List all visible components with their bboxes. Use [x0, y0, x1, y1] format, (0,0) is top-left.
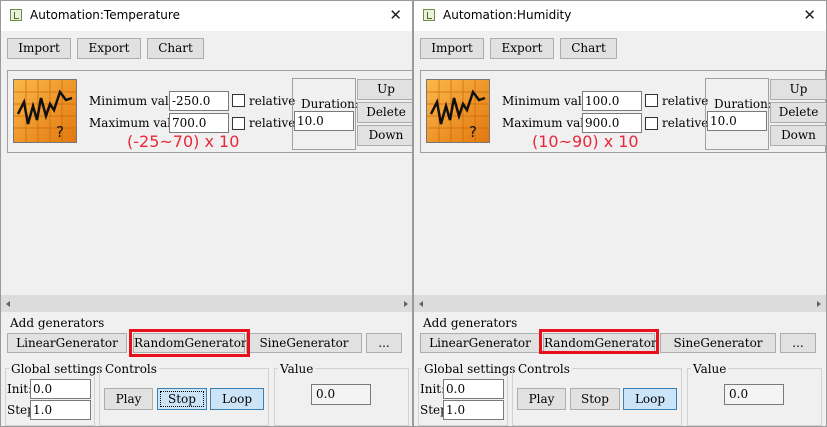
- sine-generator-button[interactable]: SineGenerator: [246, 333, 362, 353]
- stop-button[interactable]: Stop: [570, 388, 620, 410]
- random-generator-highlight: [539, 329, 659, 354]
- scroll-right-icon[interactable]: [404, 301, 408, 307]
- maximum-relative-label: relative: [249, 116, 296, 130]
- loop-button[interactable]: Loop: [623, 388, 677, 410]
- more-generators-button[interactable]: ...: [366, 333, 402, 353]
- automation-humidity-window: Automation:Humidity ✕ Import Export Char…: [413, 0, 827, 427]
- minimum-value-input[interactable]: -250.0: [169, 91, 229, 111]
- add-generators-label: Add generators: [423, 316, 518, 330]
- svg-text:?: ?: [56, 123, 64, 141]
- linear-generator-button[interactable]: LinearGenerator: [7, 333, 127, 353]
- maximum-relative-checkbox[interactable]: [232, 117, 245, 130]
- range-annotation: (-25~70) x 10: [127, 132, 240, 151]
- export-button[interactable]: Export: [490, 38, 554, 59]
- duration-input[interactable]: 10.0: [707, 111, 767, 131]
- app-icon: [423, 9, 435, 21]
- linear-generator-button[interactable]: LinearGenerator: [420, 333, 540, 353]
- value-title: Value: [278, 362, 316, 376]
- duration-box: Duration: 10.0: [292, 78, 359, 150]
- controls-title: Controls: [103, 362, 159, 376]
- scroll-left-icon[interactable]: [419, 301, 423, 307]
- init-label: Init:: [420, 382, 446, 396]
- stop-button[interactable]: Stop: [157, 388, 207, 410]
- global-settings-title: Global settings: [422, 362, 518, 376]
- title-bar[interactable]: Automation:Temperature ✕: [1, 1, 412, 31]
- delete-button[interactable]: Delete: [770, 102, 826, 123]
- duration-label: Duration:: [301, 97, 359, 111]
- window-title: Automation:Humidity: [443, 8, 572, 22]
- scroll-left-icon[interactable]: [6, 301, 10, 307]
- up-button[interactable]: Up: [357, 79, 412, 100]
- value-display: 0.0: [724, 384, 784, 405]
- minimum-value-input[interactable]: 100.0: [582, 91, 642, 111]
- scroll-right-icon[interactable]: [817, 301, 821, 307]
- init-input[interactable]: 0.0: [443, 379, 504, 399]
- duration-label: Duration:: [714, 97, 772, 111]
- random-chart-icon: ?: [13, 79, 77, 143]
- automation-temperature-window: Automation:Temperature ✕ Import Export C…: [0, 0, 413, 427]
- add-generators-label: Add generators: [10, 316, 105, 330]
- random-generator-highlight: [129, 329, 250, 357]
- value-title: Value: [691, 362, 729, 376]
- step-input[interactable]: 1.0: [443, 400, 504, 420]
- maximum-value-input[interactable]: 700.0: [169, 113, 229, 133]
- duration-input[interactable]: 10.0: [294, 111, 354, 131]
- chart-button[interactable]: Chart: [147, 38, 204, 59]
- loop-button[interactable]: Loop: [210, 388, 264, 410]
- chart-button[interactable]: Chart: [560, 38, 617, 59]
- more-generators-button[interactable]: ...: [780, 333, 816, 353]
- window-title: Automation:Temperature: [30, 8, 180, 22]
- import-button[interactable]: Import: [7, 38, 71, 59]
- controls-title: Controls: [516, 362, 572, 376]
- random-chart-icon: ?: [426, 79, 490, 143]
- minimum-relative-checkbox[interactable]: [232, 94, 245, 107]
- play-button[interactable]: Play: [517, 388, 566, 410]
- maximum-value-input[interactable]: 900.0: [582, 113, 642, 133]
- init-input[interactable]: 0.0: [30, 379, 91, 399]
- down-button[interactable]: Down: [357, 125, 412, 146]
- minimum-relative-label: relative: [249, 94, 296, 108]
- down-button[interactable]: Down: [770, 125, 826, 146]
- export-button[interactable]: Export: [77, 38, 141, 59]
- app-icon: [10, 9, 22, 21]
- global-settings-title: Global settings: [9, 362, 105, 376]
- close-icon[interactable]: ✕: [389, 6, 402, 24]
- title-bar[interactable]: Automation:Humidity ✕: [414, 1, 826, 31]
- close-icon[interactable]: ✕: [803, 6, 816, 24]
- minimum-relative-checkbox[interactable]: [645, 94, 658, 107]
- minimum-relative-label: relative: [662, 94, 709, 108]
- delete-button[interactable]: Delete: [357, 102, 412, 123]
- up-button[interactable]: Up: [770, 79, 826, 100]
- init-label: Init:: [7, 382, 33, 396]
- play-button[interactable]: Play: [104, 388, 153, 410]
- import-button[interactable]: Import: [420, 38, 484, 59]
- sine-generator-button[interactable]: SineGenerator: [660, 333, 776, 353]
- maximum-relative-checkbox[interactable]: [645, 117, 658, 130]
- duration-box: Duration: 10.0: [705, 78, 772, 150]
- maximum-relative-label: relative: [662, 116, 709, 130]
- value-display: 0.0: [311, 384, 371, 405]
- svg-text:?: ?: [469, 123, 477, 141]
- horizontal-scrollbar[interactable]: [1, 295, 412, 312]
- range-annotation: (10~90) x 10: [532, 132, 639, 151]
- step-input[interactable]: 1.0: [30, 400, 91, 420]
- horizontal-scrollbar[interactable]: [414, 295, 826, 312]
